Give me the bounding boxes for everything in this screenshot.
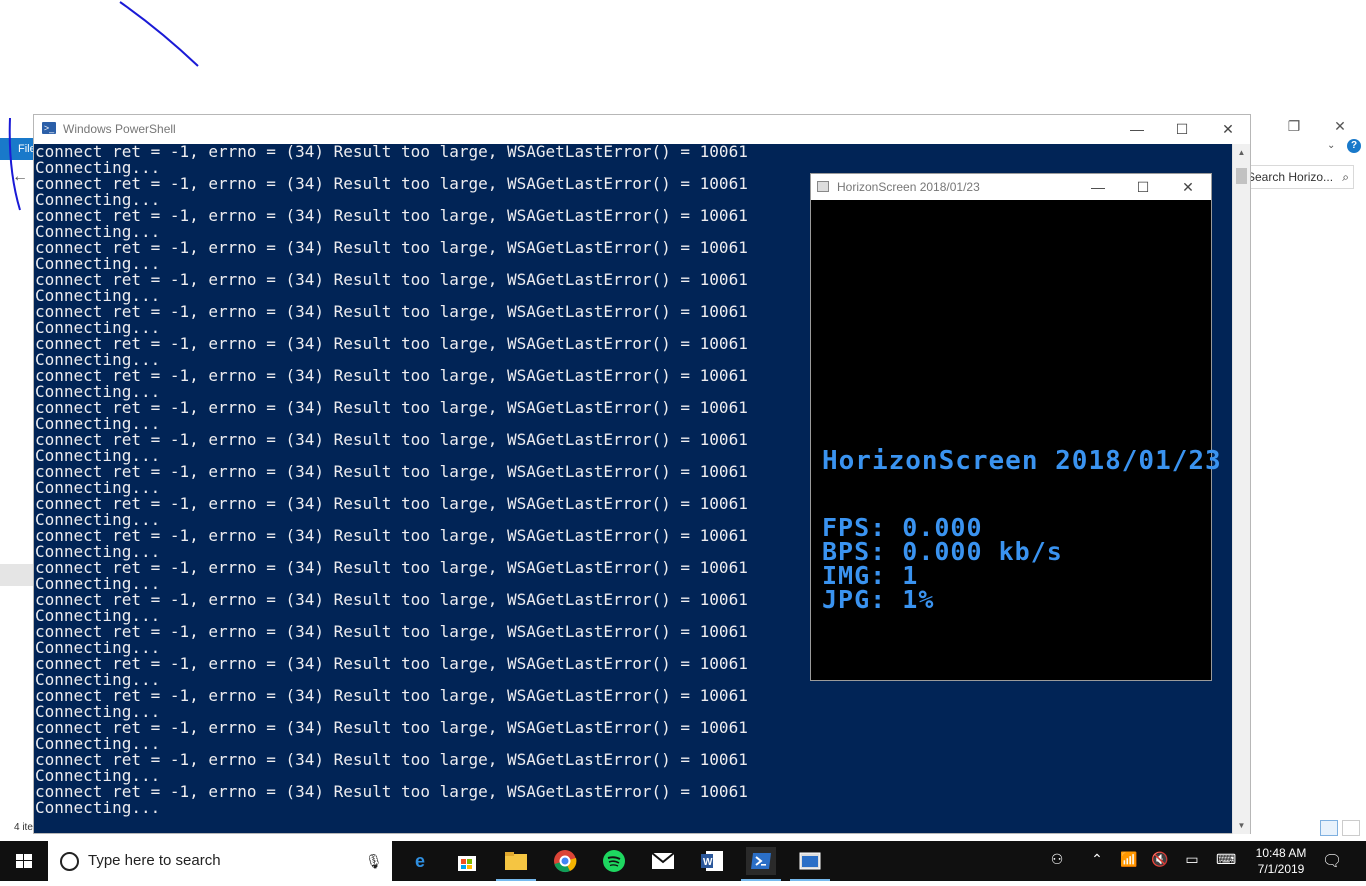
selected-nav-row[interactable] (0, 564, 34, 586)
minimize-button[interactable]: — (1114, 115, 1160, 143)
taskbar-search-placeholder: Type here to search (88, 852, 221, 869)
mail-icon[interactable] (648, 847, 678, 875)
search-icon: ⌕ (1342, 170, 1349, 184)
bps-value: 0.000 kb/s (902, 537, 1063, 566)
microphone-icon[interactable]: 🎙 (365, 853, 383, 870)
clock-date: 7/1/2019 (1257, 862, 1305, 876)
start-button[interactable] (0, 841, 48, 881)
store-icon[interactable] (452, 847, 482, 875)
scroll-down-icon[interactable]: ▼ (1233, 817, 1250, 834)
people-icon[interactable]: ⚇ (1047, 851, 1067, 868)
minimize-button[interactable]: — (1075, 174, 1121, 200)
file-explorer-icon[interactable] (501, 847, 531, 875)
edge-icon[interactable]: e (405, 847, 435, 875)
back-arrow-icon[interactable]: ← (12, 168, 28, 186)
details-view-button[interactable] (1320, 820, 1338, 836)
large-icons-view-button[interactable] (1342, 820, 1360, 836)
taskbar-search-box[interactable]: Type here to search 🎙 (48, 841, 392, 881)
jpg-label: JPG: (822, 585, 887, 614)
chevron-down-icon[interactable]: ⌄ (1327, 140, 1335, 151)
wifi-icon[interactable]: 📶 (1119, 851, 1139, 868)
battery-icon[interactable]: ▭ (1182, 851, 1202, 868)
explorer-search-placeholder: Search Horizo... (1247, 170, 1334, 184)
explorer-close-button[interactable]: ✕ (1318, 116, 1362, 136)
notification-icon[interactable]: 🗨 (1322, 851, 1342, 871)
taskbar: Type here to search 🎙 e W ⚇ ⌃ 📶 🔇 ▭ ⌨ 10… (0, 841, 1366, 881)
volume-muted-icon[interactable]: 🔇 (1150, 851, 1170, 868)
spotify-icon[interactable] (599, 847, 629, 875)
horizonscreen-taskbar-icon[interactable] (795, 847, 825, 875)
powershell-icon: >_ (42, 122, 56, 134)
explorer-restore-button[interactable]: ❐ (1272, 116, 1316, 136)
powershell-titlebar[interactable]: >_ Windows PowerShell — ☐ ✕ (34, 115, 1250, 144)
stats-block: FPS: 0.000 BPS: 0.000 kb/s IMG: 1 JPG: 1… (822, 515, 1063, 614)
horizonscreen-titlebar[interactable]: HorizonScreen 2018/01/23 — ☐ ✕ (811, 174, 1211, 200)
powershell-taskbar-icon[interactable] (746, 847, 776, 875)
svg-text:W: W (703, 857, 713, 868)
horizonscreen-title: HorizonScreen 2018/01/23 (837, 180, 980, 194)
chrome-icon[interactable] (550, 847, 580, 875)
close-button[interactable]: ✕ (1205, 115, 1251, 143)
chevron-up-icon[interactable]: ⌃ (1087, 851, 1107, 868)
powershell-title: Windows PowerShell (63, 122, 176, 136)
system-clock[interactable]: 10:48 AM 7/1/2019 (1252, 845, 1310, 877)
maximize-button[interactable]: ☐ (1159, 115, 1205, 143)
help-icon[interactable]: ? (1347, 139, 1361, 153)
window-app-icon (817, 181, 829, 192)
word-icon[interactable]: W (697, 847, 727, 875)
keyboard-icon[interactable]: ⌨ (1216, 851, 1236, 868)
horizonscreen-heading: HorizonScreen 2018/01/23 (822, 446, 1222, 476)
windows-logo-icon (16, 854, 32, 868)
clock-time: 10:48 AM (1255, 846, 1307, 860)
maximize-button[interactable]: ☐ (1120, 174, 1166, 200)
close-button[interactable]: ✕ (1165, 174, 1211, 200)
explorer-search-input[interactable]: Search Horizo... ⌕ (1236, 165, 1354, 189)
console-scrollbar[interactable]: ▲ ▼ (1232, 144, 1250, 834)
cortana-icon (60, 852, 79, 871)
scroll-thumb[interactable] (1236, 168, 1247, 184)
scroll-up-icon[interactable]: ▲ (1233, 144, 1250, 161)
jpg-value: 1% (902, 585, 935, 614)
horizonscreen-window: HorizonScreen 2018/01/23 — ☐ ✕ HorizonSc… (810, 173, 1221, 681)
